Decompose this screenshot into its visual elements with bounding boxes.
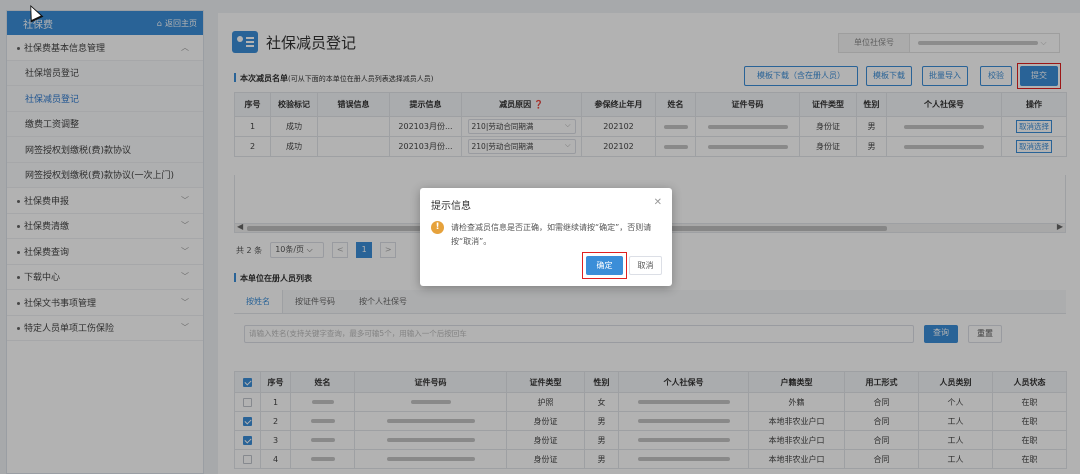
dialog-message: 请检查减员信息是否正确，如需继续请按“确定”，否则请按“取消”。 [451,223,652,246]
warning-icon: ! [431,221,444,234]
confirm-dialog: 提示信息 ✕ ! 请检查减员信息是否正确，如需继续请按“确定”，否则请按“取消”… [420,188,672,286]
ok-button[interactable]: 确定 [586,256,623,275]
cancel-button[interactable]: 取消 [629,256,662,275]
close-icon[interactable]: ✕ [654,197,662,208]
dialog-title: 提示信息 [431,201,471,212]
